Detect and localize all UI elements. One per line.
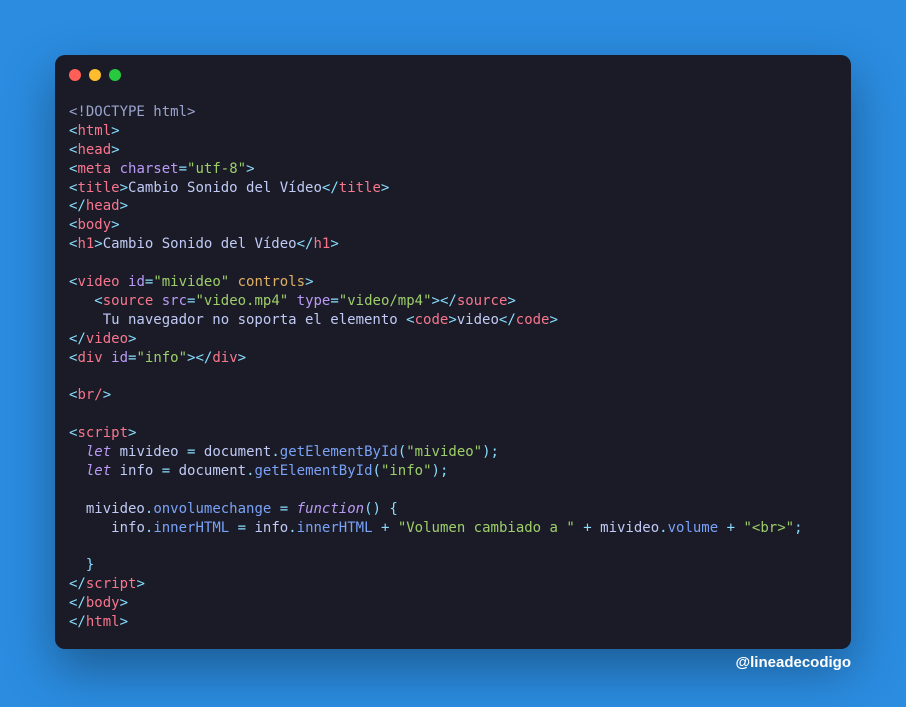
code-window: <!DOCTYPE html> <html> <head> <meta char…	[55, 55, 851, 649]
arg-mivideo: "mivideo"	[406, 444, 482, 460]
div-close-tag: div	[212, 350, 237, 366]
h1-text: Cambio Sonido del Vídeo	[103, 236, 297, 252]
volume-prop: volume	[668, 520, 719, 536]
var-info: info	[120, 463, 154, 479]
div-open-tag: div	[77, 350, 102, 366]
getelementbyid-2: getElementById	[255, 463, 373, 479]
watermark: @lineadecodigo	[736, 653, 851, 673]
let-keyword-2: let	[86, 463, 111, 479]
mivideo-ref-2: mivideo	[600, 520, 659, 536]
info-ref-1: info	[111, 520, 145, 536]
innerhtml-1: innerHTML	[153, 520, 229, 536]
document-1: document	[204, 444, 271, 460]
close-icon[interactable]	[69, 69, 81, 81]
html-close-tag: html	[86, 614, 120, 630]
head-close-tag: head	[86, 198, 120, 214]
h1-close-tag: h1	[313, 236, 330, 252]
getelementbyid-1: getElementById	[280, 444, 398, 460]
minimize-icon[interactable]	[89, 69, 101, 81]
br-tag: br/	[77, 387, 102, 403]
window-titlebar	[55, 55, 851, 81]
info-ref-2: info	[254, 520, 288, 536]
title-open-tag: title	[77, 180, 119, 196]
body-close-tag: body	[86, 595, 120, 611]
head-open-tag: head	[77, 142, 111, 158]
video-id-attr: id	[128, 274, 145, 290]
source-src-value: "video.mp4"	[195, 293, 288, 309]
source-open-tag: source	[103, 293, 154, 309]
code-text: video	[457, 312, 499, 328]
div-id-value: "info"	[136, 350, 187, 366]
meta-tag: meta	[77, 161, 111, 177]
title-text: Cambio Sonido del Vídeo	[128, 180, 322, 196]
script-close-tag: script	[86, 576, 137, 592]
source-type-attr: type	[297, 293, 331, 309]
script-open-tag: script	[77, 425, 128, 441]
div-id-attr: id	[111, 350, 128, 366]
arg-info: "info"	[381, 463, 432, 479]
code-editor: <!DOCTYPE html> <html> <head> <meta char…	[55, 81, 851, 646]
title-close-tag: title	[339, 180, 381, 196]
innerhtml-2: innerHTML	[297, 520, 373, 536]
video-controls-attr: controls	[238, 274, 305, 290]
charset-value: "utf-8"	[187, 161, 246, 177]
zoom-icon[interactable]	[109, 69, 121, 81]
mivideo-ref: mivideo	[86, 501, 145, 517]
source-type-value: "video/mp4"	[339, 293, 432, 309]
video-id-value: "mivideo"	[153, 274, 229, 290]
source-src-attr: src	[162, 293, 187, 309]
code-close-tag: code	[516, 312, 550, 328]
code-open-tag: code	[415, 312, 449, 328]
onvolumechange-prop: onvolumechange	[153, 501, 271, 517]
doctype: <!DOCTYPE html>	[69, 104, 195, 120]
body-open-tag: body	[77, 217, 111, 233]
charset-attr: charset	[120, 161, 179, 177]
var-mivideo: mivideo	[120, 444, 179, 460]
function-keyword: function	[297, 501, 364, 517]
let-keyword-1: let	[86, 444, 111, 460]
video-open-tag: video	[77, 274, 119, 290]
str-volumen: "Volumen cambiado a "	[398, 520, 575, 536]
document-2: document	[179, 463, 246, 479]
video-close-tag: video	[86, 331, 128, 347]
str-br: "<br>"	[743, 520, 794, 536]
html-open-tag: html	[77, 123, 111, 139]
fallback-text: Tu navegador no soporta el elemento	[69, 312, 406, 328]
source-close-tag: source	[457, 293, 508, 309]
h1-open-tag: h1	[77, 236, 94, 252]
